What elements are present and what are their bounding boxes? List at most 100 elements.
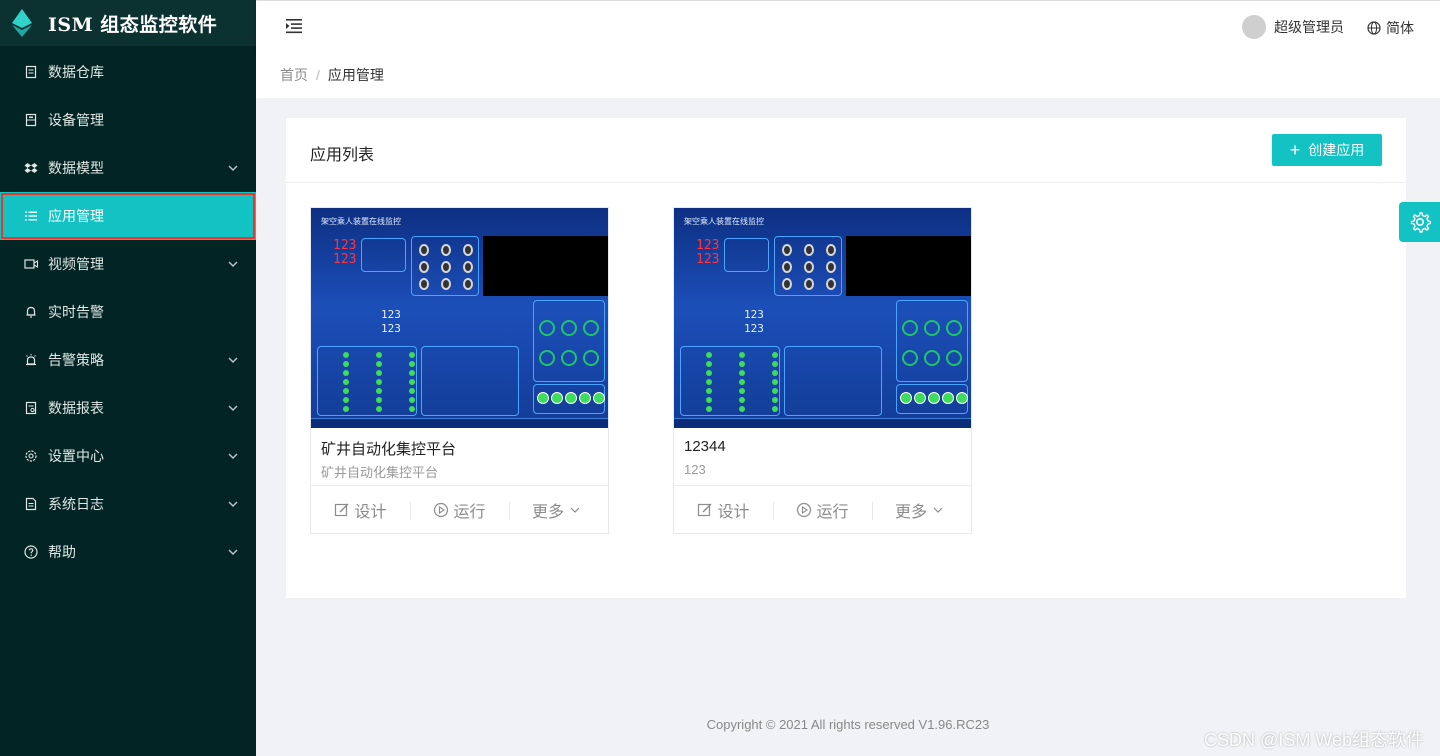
app-thumbnail[interactable]: 架空乘人装置在线监控 123 123 123 123: [311, 208, 608, 428]
language-switch[interactable]: 简体: [1367, 18, 1414, 38]
edit-icon: [698, 503, 712, 516]
thumb-led: [409, 361, 415, 367]
thumb-title: 架空乘人装置在线监控: [684, 217, 764, 226]
thumb-led: [772, 406, 778, 412]
thumb-status-dot: [900, 392, 912, 404]
thumb-panel: [421, 346, 519, 416]
app-card[interactable]: 架空乘人装置在线监控 123 123 123 123 12344 123 设计 运行 更多: [673, 207, 972, 534]
thumb-led: [772, 379, 778, 385]
dropbox-icon: [24, 161, 38, 175]
sidebar-item-label: 实时告警: [48, 304, 104, 320]
app-description: 123: [684, 462, 706, 477]
sidebar: ISM 组态监控软件 数据仓库设备管理数据模型 应用管理视频管理实时告警告警策略数…: [0, 0, 256, 756]
thumb-ring: [583, 320, 599, 336]
thumb-ring: [539, 350, 555, 366]
thumb-gauge: [782, 244, 792, 256]
gear-icon: [24, 449, 38, 463]
thumb-video: [846, 236, 971, 296]
run-button[interactable]: 运行: [773, 498, 872, 522]
thumb-led: [376, 406, 382, 412]
thumb-number: 123: [696, 252, 720, 267]
thumb-ring: [902, 320, 918, 336]
thumb-gauge: [826, 278, 836, 290]
thumb-led: [706, 397, 712, 403]
thumb-led: [706, 379, 712, 385]
thumb-ring: [539, 320, 555, 336]
thumb-led: [739, 379, 745, 385]
menu-fold-icon[interactable]: [284, 17, 304, 35]
sidebar-item-label: 视频管理: [48, 256, 104, 272]
thumb-led: [376, 352, 382, 358]
more-label: 更多: [894, 503, 927, 521]
thumb-led: [772, 352, 778, 358]
sidebar-item-11[interactable]: 帮助: [0, 528, 256, 576]
plus-icon: +: [1289, 140, 1301, 160]
sidebar-item-7[interactable]: 告警策略: [0, 336, 256, 384]
sidebar-item-4[interactable]: 应用管理: [0, 192, 256, 240]
edit-icon: [335, 503, 349, 516]
sidebar-item-label: 设备管理: [48, 112, 104, 128]
more-dropdown[interactable]: 更多: [509, 498, 608, 522]
thumb-status-dot: [956, 392, 968, 404]
thumb-status-dot: [565, 392, 577, 404]
thumb-led: [739, 352, 745, 358]
sidebar-item-6[interactable]: 实时告警: [0, 288, 256, 336]
sidebar-item-8[interactable]: 数据报表: [0, 384, 256, 432]
thumb-status-dot: [942, 392, 954, 404]
username: 超级管理员: [1274, 19, 1344, 35]
thumb-led: [409, 352, 415, 358]
brand[interactable]: ISM 组态监控软件: [0, 0, 256, 46]
app-thumbnail[interactable]: 架空乘人装置在线监控 123 123 123 123: [674, 208, 971, 428]
app-card[interactable]: 架空乘人装置在线监控 123 123 123 123 矿井自动化集控平台 矿井自动化集控平台…: [310, 207, 609, 534]
device-icon: [24, 113, 38, 127]
create-app-button[interactable]: + 创建应用: [1272, 134, 1382, 166]
thumb-led: [409, 397, 415, 403]
alarm-icon: [24, 353, 38, 367]
thumb-gauge: [419, 278, 429, 290]
thumb-gauge: [804, 278, 814, 290]
thumb-led: [343, 379, 349, 385]
thumb-ring: [946, 350, 962, 366]
thumb-led: [739, 406, 745, 412]
chevron-down-icon: [228, 453, 238, 460]
sidebar-item-5[interactable]: 视频管理: [0, 240, 256, 288]
thumb-gauge: [419, 244, 429, 256]
breadcrumb-home[interactable]: 首页: [280, 65, 308, 85]
sidebar-menu: 数据仓库设备管理数据模型 应用管理视频管理实时告警告警策略 数据报表 设置中心 系统日志…: [0, 48, 256, 576]
design-button[interactable]: 设计: [674, 498, 773, 522]
sidebar-item-2[interactable]: 设备管理: [0, 96, 256, 144]
thumb-ring: [924, 320, 940, 336]
sidebar-item-9[interactable]: 设置中心: [0, 432, 256, 480]
breadcrumb: 首页 / 应用管理: [256, 52, 1440, 98]
sidebar-item-1[interactable]: 数据仓库: [0, 48, 256, 96]
run-button[interactable]: 运行: [410, 498, 509, 522]
design-button[interactable]: 设计: [311, 498, 410, 522]
more-label: 更多: [531, 503, 564, 521]
run-label: 运行: [453, 503, 486, 521]
thumb-led: [409, 379, 415, 385]
create-app-label: 创建应用: [1308, 142, 1365, 158]
thumb-status-dot: [537, 392, 549, 404]
thumb-title: 架空乘人装置在线监控: [321, 217, 401, 226]
settings-float-button[interactable]: [1399, 202, 1440, 242]
thumb-led: [376, 361, 382, 367]
more-dropdown[interactable]: 更多: [872, 498, 971, 522]
thumb-led: [739, 397, 745, 403]
sidebar-item-3[interactable]: 数据模型: [0, 144, 256, 192]
thumb-gauge: [826, 261, 836, 273]
thumb-led: [772, 388, 778, 394]
thumb-ring: [924, 350, 940, 366]
thumb-led: [772, 370, 778, 376]
thumb-status-dot: [593, 392, 605, 404]
thumb-gauge: [463, 261, 473, 273]
thumb-gauge: [782, 261, 792, 273]
play-circle-icon: [434, 502, 449, 517]
thumb-led: [343, 397, 349, 403]
thumb-number: 123: [381, 322, 401, 335]
thumb-led: [706, 361, 712, 367]
globe-icon: [1367, 21, 1381, 35]
card-actions: 设计 运行 更多: [311, 485, 608, 533]
thumb-led: [343, 370, 349, 376]
user-menu[interactable]: 超级管理员: [1242, 15, 1344, 39]
sidebar-item-10[interactable]: 系统日志: [0, 480, 256, 528]
